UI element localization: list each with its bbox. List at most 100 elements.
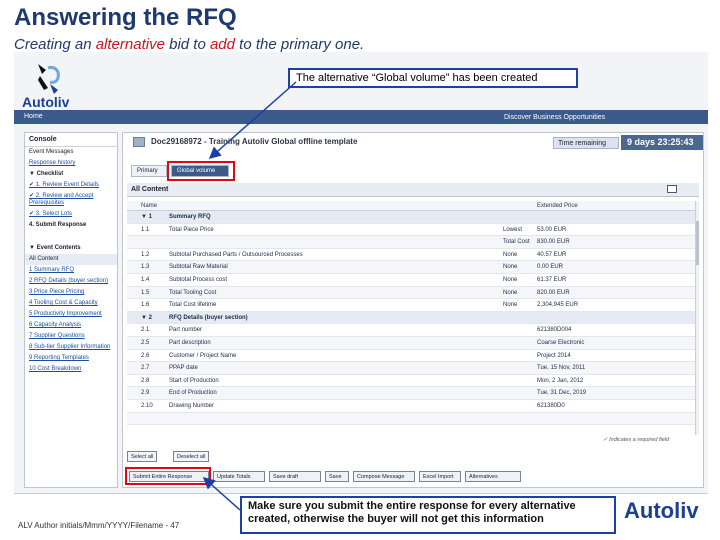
- cell-mid: None: [503, 302, 518, 309]
- console-item[interactable]: 3 Price Piece Pricing: [25, 287, 117, 298]
- cell-name: Total Tooling Cost: [169, 289, 217, 296]
- table-toolbar: Select all Deselect all: [127, 451, 699, 463]
- table-row[interactable]: Total Cost 830.00 EUR: [127, 236, 699, 249]
- cell-num: 1.6: [141, 302, 150, 309]
- subtitle-add: add: [209, 36, 235, 53]
- scroll-thumb[interactable]: [696, 221, 699, 265]
- col-extended-price: Extended Price: [537, 203, 578, 209]
- document-title: Doc29168972 - Training Autoliv Global of…: [151, 137, 358, 146]
- cell-num: 2.10: [141, 402, 153, 409]
- table-row[interactable]: 1.6 Total Cost lifetime None 2,304,945 EUR: [127, 299, 699, 312]
- table-row[interactable]: 2.10 Drawing Number 621380D0: [127, 400, 699, 413]
- console-item[interactable]: Response history: [25, 158, 117, 169]
- console-item[interactable]: 6 Capacity Analysis: [25, 320, 117, 331]
- logo-wordmark: Autoliv: [22, 94, 70, 110]
- action-button[interactable]: Compose Message: [353, 471, 415, 482]
- cell-name: Total Cost lifetime: [169, 302, 217, 309]
- cell-mid: None: [503, 264, 518, 271]
- cell-name: End of Production: [169, 390, 217, 397]
- top-callout: The alternative “Global volume” has been…: [288, 68, 578, 88]
- cell-num: 2.7: [141, 365, 150, 372]
- cell-val: Tue, 31 Dec, 2019: [537, 390, 587, 397]
- console-item[interactable]: ✔ 2. Review and Accept Prerequisites: [25, 191, 117, 209]
- toolbar-button[interactable]: Deselect all: [173, 451, 210, 462]
- cell-val: 0.00 EUR: [537, 264, 564, 271]
- console-item[interactable]: 10 Cost Breakdown: [25, 364, 117, 375]
- nav-discover-link[interactable]: Discover Business Opportunities: [504, 114, 605, 121]
- cell-name: PPAP date: [169, 365, 198, 372]
- nav-home[interactable]: Home: [24, 113, 43, 120]
- table-row[interactable]: 2.8 Start of Production Mon, 2 Jan, 2012: [127, 375, 699, 388]
- console-item[interactable]: ✔ 1. Review Event Details: [25, 180, 117, 191]
- table-row[interactable]: 1.4 Subtotal Process cost None 61.37 EUR: [127, 274, 699, 287]
- cell-name: Total Piece Price: [169, 226, 214, 233]
- nav-bar: Home Discover Business Opportunities: [14, 110, 708, 124]
- table-row[interactable]: 1.5 Total Tooling Cost None 820.00 EUR: [127, 286, 699, 300]
- bottom-callout: Make sure you submit the entire response…: [240, 496, 616, 534]
- cell-val: 621380D0: [537, 402, 565, 409]
- table-row[interactable]: 1.3 Subtotal Raw Material None 0.00 EUR: [127, 261, 699, 274]
- console-item: [25, 231, 117, 243]
- cell-num: 1.4: [141, 276, 150, 283]
- console-item[interactable]: ✔ 3. Select Lots: [25, 209, 117, 220]
- cell-name: Part description: [169, 339, 211, 346]
- time-remaining-value: 9 days 23:25:43: [621, 135, 703, 150]
- table-row[interactable]: 1.1 Total Piece Price Lowest 53.00 EUR: [127, 224, 699, 237]
- content-header: All Content: [127, 183, 699, 197]
- cell-num: ▼ 2: [141, 314, 152, 321]
- table-row[interactable]: 2.1 Part number 621380D004: [127, 324, 699, 337]
- table-row[interactable]: 1.2 Subtotal Purchased Parts / Outsourced…: [127, 249, 699, 262]
- console-item[interactable]: 1 Summary RFQ: [25, 265, 117, 276]
- cell-name: RFQ Details (buyer section): [169, 314, 248, 321]
- table-row[interactable]: [127, 412, 699, 426]
- action-button[interactable]: Excel Import: [419, 471, 461, 482]
- cell-name: Customer / Project Name: [169, 352, 237, 359]
- console-item[interactable]: 9 Reporting Templates: [25, 353, 117, 364]
- action-button[interactable]: Alternatives: [465, 471, 521, 482]
- main-panel: Doc29168972 - Training Autoliv Global of…: [122, 132, 704, 488]
- table-row[interactable]: 2.6 Customer / Project Name Project 2014: [127, 350, 699, 363]
- cell-val: Tue, 15 Nov, 2011: [537, 365, 586, 372]
- subtitle-mid: bid to: [164, 36, 210, 53]
- cell-num: 2.6: [141, 352, 150, 359]
- col-name: Name: [141, 203, 158, 209]
- app-screenshot: Autoliv Home Discover Business Opportuni…: [14, 52, 708, 494]
- table-row[interactable]: 2.5 Part description Coarse Electronic: [127, 336, 699, 350]
- view-toggle-icon[interactable]: [667, 185, 677, 193]
- tab-primary[interactable]: Primary: [131, 165, 167, 177]
- cell-num: 2.8: [141, 377, 150, 384]
- action-bar: Submit Entire Response Update Totals Save …: [127, 471, 699, 483]
- table-row[interactable]: 2.7 PPAP date Tue, 15 Nov, 2011: [127, 362, 699, 375]
- cell-num: 1.3: [141, 264, 150, 271]
- console-item: ▼ Checklist: [29, 171, 64, 177]
- cell-mid: Total Cost: [503, 239, 530, 246]
- console-item[interactable]: All Content: [25, 254, 117, 265]
- cell-name: Start of Production: [169, 377, 219, 384]
- action-button[interactable]: Update Totals: [213, 471, 265, 482]
- cell-num: 1.1: [141, 226, 150, 233]
- cell-name: Subtotal Process cost: [169, 276, 228, 283]
- subtitle-alternative: alternative: [95, 36, 165, 53]
- cell-name: Subtotal Raw Material: [169, 264, 228, 271]
- cell-num: ▼ 1: [141, 214, 152, 220]
- console-item[interactable]: 8 Sub-tier Supplier Information: [25, 342, 117, 353]
- table-row[interactable]: 2.9 End of Production Tue, 31 Dec, 2019: [127, 387, 699, 400]
- console-title: Console: [25, 133, 117, 147]
- action-button[interactable]: Save draft: [269, 471, 321, 482]
- console-item[interactable]: 5 Productivity Improvement: [25, 309, 117, 320]
- cell-name: Part number: [169, 327, 203, 334]
- subtitle-post: to the primary one.: [235, 36, 365, 53]
- console-item[interactable]: 2 RFQ Details (buyer section): [25, 276, 117, 287]
- toolbar-button[interactable]: Select all: [127, 451, 158, 462]
- group-row[interactable]: ▼ 2 RFQ Details (buyer section): [127, 311, 699, 325]
- scrollbar[interactable]: [695, 201, 699, 435]
- action-button[interactable]: Save: [325, 471, 349, 482]
- content-table: Name Extended Price ▼ 1 Summary RFQ 1.1 Tot…: [127, 201, 699, 435]
- console-item[interactable]: 7 Supplier Questions: [25, 331, 117, 342]
- cell-val: Coarse Electronic: [537, 339, 585, 346]
- table-header: Name Extended Price: [127, 201, 699, 211]
- console-item[interactable]: 4 Tooling Cost & Capacity: [25, 298, 117, 309]
- group-row[interactable]: ▼ 1 Summary RFQ: [127, 211, 699, 224]
- cell-name: Subtotal Purchased Parts / Outsourced Pr…: [169, 251, 303, 258]
- cell-val: 820.00 EUR: [537, 289, 570, 296]
